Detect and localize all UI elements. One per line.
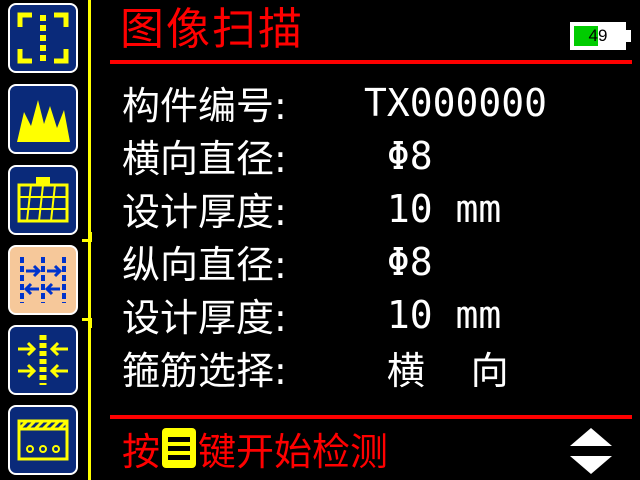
param-value: Φ8: [364, 133, 433, 178]
param-label: 箍筋选择:: [122, 349, 287, 393]
parameter-list: 构件编号: TX000000 横向直径: Φ8 设计厚度: 10 mm 纵向直径…: [122, 76, 622, 394]
param-row-transverse-diameter[interactable]: 横向直径: Φ8: [122, 129, 622, 182]
footer-hint: 按 键开始检测: [122, 420, 388, 476]
param-label: 横向直径:: [122, 137, 287, 181]
param-row-component-id[interactable]: 构件编号: TX000000: [122, 76, 622, 129]
param-row-longitudinal-diameter[interactable]: 纵向直径: Φ8: [122, 235, 622, 288]
sidebar-item-grid[interactable]: [8, 165, 78, 235]
active-bracket-top: [82, 232, 92, 242]
mountain-wave-icon: [17, 100, 70, 142]
battery-indicator: 49: [570, 22, 626, 50]
sidebar-item-scan-frame[interactable]: [8, 3, 78, 73]
param-value: 横 向: [364, 349, 509, 393]
compress-bar-icon: [18, 335, 68, 385]
grid-mesh-icon: [17, 177, 69, 223]
param-value: 10 mm: [364, 186, 502, 231]
rebar-spacing-icon: [20, 257, 66, 303]
param-label: 纵向直径:: [122, 243, 287, 287]
header-divider: [110, 60, 632, 64]
footer-divider: [110, 415, 632, 419]
scan-frame-icon: [17, 12, 69, 64]
active-bracket-bottom: [82, 318, 92, 328]
footer-prefix: 按: [122, 429, 161, 474]
battery-level: 49: [588, 26, 608, 45]
param-value: Φ8: [364, 239, 433, 284]
param-label: 设计厚度:: [122, 190, 287, 234]
sidebar-item-slab[interactable]: [8, 405, 78, 475]
sidebar: [0, 0, 88, 480]
up-down-arrows-icon[interactable]: [568, 426, 614, 476]
param-row-design-thickness-1[interactable]: 设计厚度: 10 mm: [122, 182, 622, 235]
sidebar-item-wave[interactable]: [8, 84, 78, 154]
param-row-design-thickness-2[interactable]: 设计厚度: 10 mm: [122, 288, 622, 341]
param-label: 设计厚度:: [122, 296, 287, 340]
sidebar-item-compress[interactable]: [8, 325, 78, 395]
param-label: 构件编号:: [122, 84, 287, 128]
battery-cap: [626, 30, 631, 42]
param-value: 10 mm: [364, 292, 502, 337]
menu-key-icon: [162, 428, 197, 468]
param-row-stirrup-selection[interactable]: 箍筋选择: 横 向: [122, 341, 622, 394]
slab-cover-icon: [17, 419, 69, 461]
param-value: TX000000: [364, 80, 548, 125]
sidebar-item-rebar-spacing[interactable]: [8, 245, 78, 315]
page-title: 图像扫描: [120, 4, 304, 55]
footer-suffix: 键开始检测: [198, 429, 389, 474]
